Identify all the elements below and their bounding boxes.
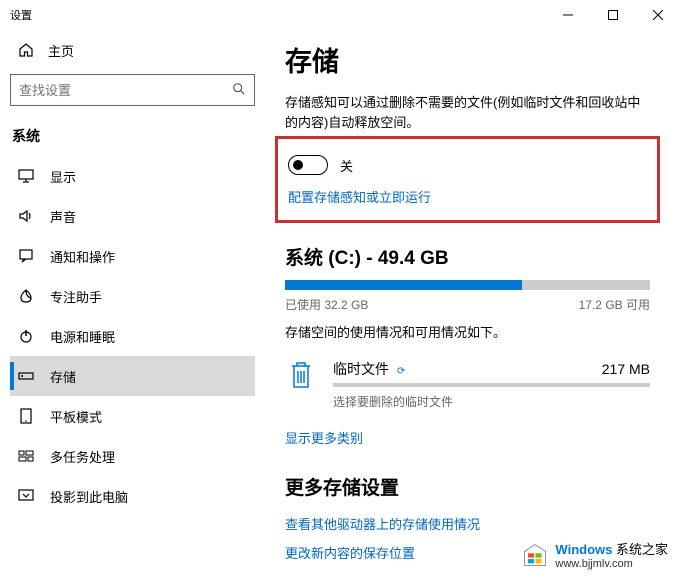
storage-sense-description: 存储感知可以通过删除不需要的文件(例如临时文件和回收站中的内容)自动释放空间。 <box>285 93 650 132</box>
notifications-icon <box>18 248 34 264</box>
sidebar-item-focus[interactable]: 专注助手 <box>10 276 255 316</box>
storage-sense-toggle[interactable] <box>288 155 328 175</box>
display-icon <box>18 168 34 184</box>
watermark-sub: 系统之家 <box>616 542 668 557</box>
sidebar-item-label: 显示 <box>50 167 76 186</box>
search-icon <box>232 82 246 99</box>
multitask-icon <box>18 448 34 464</box>
close-button[interactable] <box>635 0 680 30</box>
watermark-brand: Windows <box>555 542 612 557</box>
usage-fill <box>285 280 522 290</box>
drive-info: 存储空间的使用情况和可用情况如下。 <box>285 323 650 343</box>
tablet-icon <box>18 408 34 424</box>
sidebar-item-display[interactable]: 显示 <box>10 156 255 196</box>
toggle-state-label: 关 <box>340 156 353 175</box>
sidebar-item-label: 专注助手 <box>50 287 102 306</box>
drive-title: 系统 (C:) - 49.4 GB <box>285 243 650 270</box>
other-drives-link[interactable]: 查看其他驱动器上的存储使用情况 <box>285 514 650 533</box>
highlight-box: 关 配置存储感知或立即运行 <box>275 136 660 223</box>
search-input[interactable] <box>19 83 232 98</box>
power-icon <box>18 328 34 344</box>
storage-icon <box>18 368 34 384</box>
project-icon <box>18 488 34 504</box>
sidebar-item-multitask[interactable]: 多任务处理 <box>10 436 255 476</box>
watermark: Windows 系统之家 www.bjjmlv.com <box>521 539 668 570</box>
sidebar-item-label: 通知和操作 <box>50 247 115 266</box>
sidebar-item-label: 存储 <box>50 367 76 386</box>
sidebar-item-label: 电源和睡眠 <box>50 327 115 346</box>
sidebar-item-notifications[interactable]: 通知和操作 <box>10 236 255 276</box>
sidebar: 主页 系统 显示 声音 通知和操作 专注助手 电源和睡眠 <box>0 30 265 580</box>
sidebar-item-label: 声音 <box>50 207 76 226</box>
content-area: 存储 存储感知可以通过删除不需要的文件(例如临时文件和回收站中的内容)自动释放空… <box>265 30 680 580</box>
window-title: 设置 <box>10 7 545 23</box>
sidebar-home-label: 主页 <box>48 41 74 60</box>
sound-icon <box>18 208 34 224</box>
toggle-knob <box>293 160 303 170</box>
category-bar <box>333 383 650 387</box>
sidebar-item-label: 平板模式 <box>50 407 102 426</box>
sidebar-item-project[interactable]: 投影到此电脑 <box>10 476 255 516</box>
show-more-categories-link[interactable]: 显示更多类别 <box>285 428 650 447</box>
search-box[interactable] <box>10 74 255 106</box>
usage-bar <box>285 280 650 290</box>
sidebar-item-power[interactable]: 电源和睡眠 <box>10 316 255 356</box>
sidebar-item-tablet[interactable]: 平板模式 <box>10 396 255 436</box>
storage-category-item[interactable]: 临时文件⟳ 217 MB 选择要删除的临时文件 <box>285 347 650 418</box>
windows-logo-icon <box>521 541 549 569</box>
maximize-button[interactable] <box>590 0 635 30</box>
sidebar-item-sound[interactable]: 声音 <box>10 196 255 236</box>
more-storage-title: 更多存储设置 <box>285 473 650 500</box>
page-title: 存储 <box>285 40 650 79</box>
watermark-url: www.bjjmlv.com <box>555 558 668 570</box>
sidebar-section-header: 系统 <box>10 114 255 156</box>
free-label: 17.2 GB 可用 <box>579 296 650 313</box>
configure-storage-sense-link[interactable]: 配置存储感知或立即运行 <box>288 187 647 206</box>
category-size: 217 MB <box>602 361 650 377</box>
focus-icon <box>18 288 34 304</box>
loading-spinner: ⟳ <box>397 366 405 377</box>
sidebar-home[interactable]: 主页 <box>10 30 255 70</box>
sidebar-item-storage[interactable]: 存储 <box>10 356 255 396</box>
sidebar-item-label: 多任务处理 <box>50 447 115 466</box>
window-controls <box>545 0 680 30</box>
home-icon <box>18 42 34 58</box>
sidebar-item-label: 投影到此电脑 <box>50 487 128 506</box>
category-name: 临时文件⟳ <box>333 359 405 379</box>
minimize-button[interactable] <box>545 0 590 30</box>
trash-icon <box>285 359 317 391</box>
used-label: 已使用 32.2 GB <box>285 296 368 313</box>
category-sub: 选择要删除的临时文件 <box>333 393 650 410</box>
